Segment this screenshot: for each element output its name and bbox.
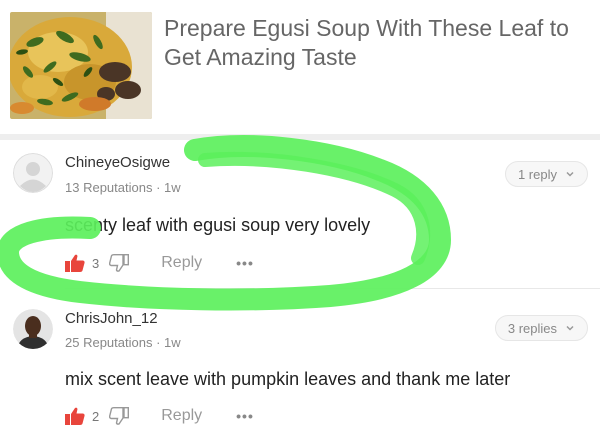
dislike-button[interactable]	[109, 407, 130, 425]
thumbs-down-icon	[109, 407, 130, 425]
comment-time: 1w	[164, 180, 181, 195]
thumbs-down-icon	[109, 254, 130, 272]
comment-time: 1w	[164, 335, 181, 350]
meta-separator: ·	[156, 335, 161, 350]
article-thumbnail[interactable]	[10, 12, 152, 119]
more-icon[interactable]: •••	[236, 408, 254, 424]
more-icon[interactable]: •••	[236, 255, 254, 271]
reputation-text: 25 Reputations	[65, 335, 153, 350]
avatar-icon[interactable]	[13, 153, 53, 193]
comment-meta: 25 Reputations · 1w	[65, 335, 181, 350]
comment-meta: 13 Reputations · 1w	[65, 180, 181, 195]
reply-button[interactable]: Reply	[161, 254, 202, 272]
replies-button[interactable]: 1 reply	[504, 161, 588, 187]
thumbs-up-icon	[65, 254, 85, 272]
comment-separator	[65, 288, 600, 289]
article-title[interactable]: Prepare Egusi Soup With These Leaf to Ge…	[164, 14, 584, 72]
egusi-soup-image	[10, 12, 152, 119]
avatar-icon[interactable]	[13, 309, 53, 349]
chevron-down-icon	[566, 171, 574, 177]
comment-text: scenty leaf with egusi soup very lovely	[65, 215, 371, 235]
reputation-text: 13 Reputations	[65, 180, 153, 195]
article-header[interactable]: Prepare Egusi Soup With These Leaf to Ge…	[0, 0, 600, 130]
comment-actions: 3 Reply •••	[65, 252, 254, 274]
replies-count-label: 3 replies	[507, 320, 557, 336]
like-count: 3	[92, 255, 100, 271]
meta-separator: ·	[156, 180, 161, 195]
like-button[interactable]: 2	[65, 407, 99, 425]
like-button[interactable]: 3	[65, 254, 99, 272]
dislike-button[interactable]	[109, 254, 130, 272]
chevron-down-icon	[566, 325, 574, 331]
comment-item: ChineyeOsigwe 13 Reputations · 1w 1 repl…	[0, 140, 600, 288]
replies-button[interactable]: 3 replies	[494, 315, 588, 341]
comment-actions: 2 Reply •••	[65, 405, 254, 427]
comment-text: mix scent leave with pumpkin leaves and …	[65, 369, 511, 389]
thumbs-up-icon	[65, 407, 85, 425]
replies-count-label: 1 reply	[517, 166, 557, 182]
comment-username[interactable]: ChineyeOsigwe	[65, 154, 170, 171]
like-count: 2	[92, 408, 100, 424]
comment-item: ChrisJohn_12 25 Reputations · 1w 3 repli…	[0, 292, 600, 447]
reply-button[interactable]: Reply	[161, 407, 202, 425]
comment-username[interactable]: ChrisJohn_12	[65, 310, 158, 327]
